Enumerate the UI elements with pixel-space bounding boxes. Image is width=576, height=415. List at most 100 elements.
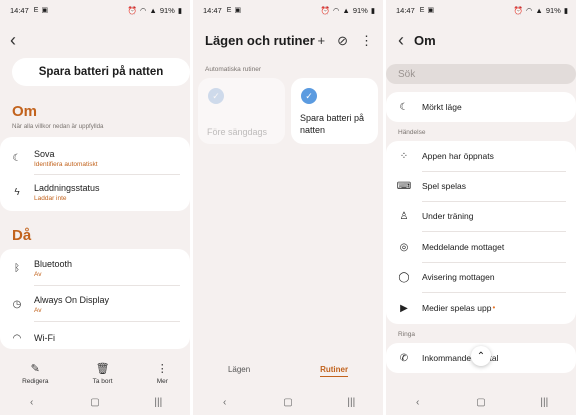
action-label: Always On Display [34, 294, 110, 305]
nav-back-icon[interactable]: ‹ [17, 397, 47, 408]
status-bar: 14:47 E ▣ ⏰ ◠ ▲ 91% ▮ [203, 4, 375, 16]
condition-sova[interactable]: ☾ Sova Identifiera automatiskt [0, 144, 190, 172]
delete-button[interactable]: 🗑 Ta bort [93, 362, 113, 385]
status-letter: E [33, 6, 39, 14]
alarm-icon: ⏰ [513, 5, 523, 15]
more-icon[interactable]: ⋮ [360, 33, 373, 49]
routine-card-fore-sangdags[interactable]: ✓ Före sängdags [198, 78, 285, 144]
search-input[interactable]: Sök [386, 64, 576, 84]
play-icon: ▶ [400, 302, 408, 314]
condition-laddningsstatus[interactable]: ϟ Laddningsstatus Laddar inte [0, 178, 190, 206]
option-label: Medier spelas upp [422, 303, 492, 313]
page-title: Om [414, 33, 436, 48]
image-icon: ▣ [234, 7, 242, 14]
nav-home-icon[interactable]: ▢ [466, 397, 496, 408]
action-label: Bluetooth [34, 258, 73, 269]
bluetooth-icon: ᛒ [14, 262, 20, 274]
conditions-card: ☾ Sova Identifiera automatiskt ϟ Laddnin… [0, 137, 190, 211]
header-actions: + ⊘ ⋮ [318, 33, 374, 49]
action-wifi[interactable]: ◠ Wi-Fi [0, 327, 190, 349]
message-icon: ◎ [399, 241, 409, 253]
divider [34, 174, 180, 175]
tab-lagen[interactable]: Lägen [228, 365, 250, 377]
nav-home-icon[interactable]: ▢ [80, 397, 110, 408]
status-bar: 14:47 E ▣ ⏰ ◠ ▲ 91% ▮ [10, 4, 182, 16]
action-value: Av [34, 306, 42, 314]
signal-icon: ▲ [149, 5, 157, 15]
chevron-up-icon: ⌃ [476, 350, 486, 362]
compass-icon[interactable]: ⊘ [337, 33, 348, 49]
option-label: Mörkt läge [422, 102, 462, 112]
om-subtitle: När alla villkor nedan är uppfyllda [12, 123, 104, 130]
alarm-icon: ⏰ [127, 5, 137, 15]
more-icon: ⋮ [156, 363, 168, 375]
system-nav-bar: ‹ ▢ ||| [386, 395, 576, 409]
condition-value: Identifiera automatiskt [34, 160, 98, 168]
notification-icon: ◯ [398, 271, 410, 283]
section-handelse: Händelse [398, 129, 426, 136]
option-label: Under träning [422, 211, 474, 221]
delete-label: Ta bort [92, 378, 113, 385]
image-icon: ▣ [41, 7, 49, 14]
battery-icon: ▮ [370, 5, 375, 15]
add-icon[interactable]: + [318, 33, 326, 49]
modes-routines-panel: 14:47 E ▣ ⏰ ◠ ▲ 91% ▮ Lägen och rutiner … [193, 0, 383, 415]
nav-home-icon[interactable]: ▢ [273, 397, 303, 408]
action-always-on-display[interactable]: ◷ Always On Display Av [0, 290, 190, 318]
dark-mode-card: ☾ Mörkt läge [386, 92, 576, 122]
wifi-icon: ◠ [332, 5, 340, 15]
option-exercising[interactable]: ♙ Under träning [386, 201, 576, 231]
signal-icon: ▲ [535, 5, 543, 15]
status-time: 14:47 [203, 5, 222, 15]
action-bluetooth[interactable]: ᛒ Bluetooth Av [0, 254, 190, 282]
check-circle-icon: ✓ [208, 88, 224, 104]
divider [34, 285, 180, 286]
trash-icon: 🗑 [95, 363, 110, 375]
nav-back-icon[interactable]: ‹ [210, 397, 240, 408]
more-button[interactable]: ⋮ Mer [157, 362, 168, 385]
status-time: 14:47 [396, 5, 415, 15]
back-arrow-icon[interactable]: ‹ [10, 31, 16, 49]
condition-picker-panel: 14:47 E ▣ ⏰ ◠ ▲ 91% ▮ ‹ Om Sök ☾ Mörkt l… [386, 0, 576, 415]
option-media-playing[interactable]: ▶ Medier spelas upp• [386, 293, 576, 323]
section-label: Automatiska rutiner [205, 66, 261, 73]
nav-recents-icon[interactable]: ||| [143, 397, 173, 408]
running-icon: ♙ [399, 210, 409, 222]
option-dark-mode[interactable]: ☾ Mörkt läge [386, 92, 576, 122]
display-icon: ◷ [12, 298, 22, 310]
nav-recents-icon[interactable]: ||| [529, 397, 559, 408]
check-circle-icon: ✓ [301, 88, 317, 104]
routine-title[interactable]: Spara batteri på natten [12, 58, 190, 86]
edit-label: Redigera [22, 378, 49, 385]
wifi-icon: ◠ [525, 5, 533, 15]
tab-rutiner[interactable]: Rutiner [320, 365, 349, 377]
status-bar: 14:47 E ▣ ⏰ ◠ ▲ 91% ▮ [396, 4, 568, 16]
option-message-received[interactable]: ◎ Meddelande mottaget [386, 232, 576, 262]
divider [34, 321, 180, 322]
edit-button[interactable]: ✎ Redigera [22, 362, 48, 385]
wifi-icon: ◠ [139, 5, 147, 15]
battery-level: 91% [545, 5, 561, 15]
option-notification-received[interactable]: ◯ Avisering mottagen [386, 262, 576, 292]
routine-label: Före sängdags [207, 127, 268, 137]
routine-detail-panel: 14:47 E ▣ ⏰ ◠ ▲ 91% ▮ ‹ Spara batteri på… [0, 0, 190, 415]
scroll-top-button[interactable]: ⌃ [471, 346, 491, 366]
condition-label: Sova [34, 148, 55, 159]
option-app-opened[interactable]: ⁘ Appen har öppnats [386, 141, 576, 171]
moon-icon: ☾ [399, 101, 409, 113]
routine-label: Spara batteri på natten [300, 113, 365, 135]
om-heading: Om [12, 103, 38, 120]
back-arrow-icon[interactable]: ‹ [398, 31, 404, 49]
option-game-playing[interactable]: ⌨ Spel spelas [386, 171, 576, 201]
image-icon: ▣ [427, 7, 435, 14]
option-label: Spel spelas [422, 181, 466, 191]
action-value: Av [34, 270, 42, 278]
da-heading: Då [12, 227, 32, 244]
nav-back-icon[interactable]: ‹ [403, 397, 433, 408]
alarm-icon: ⏰ [320, 5, 330, 15]
routine-card-spara-batteri[interactable]: ✓ Spara batteri på natten [291, 78, 378, 144]
nav-recents-icon[interactable]: ||| [336, 397, 366, 408]
incoming-call-icon: ✆ [399, 352, 409, 364]
battery-level: 91% [352, 5, 368, 15]
battery-level: 91% [159, 5, 175, 15]
